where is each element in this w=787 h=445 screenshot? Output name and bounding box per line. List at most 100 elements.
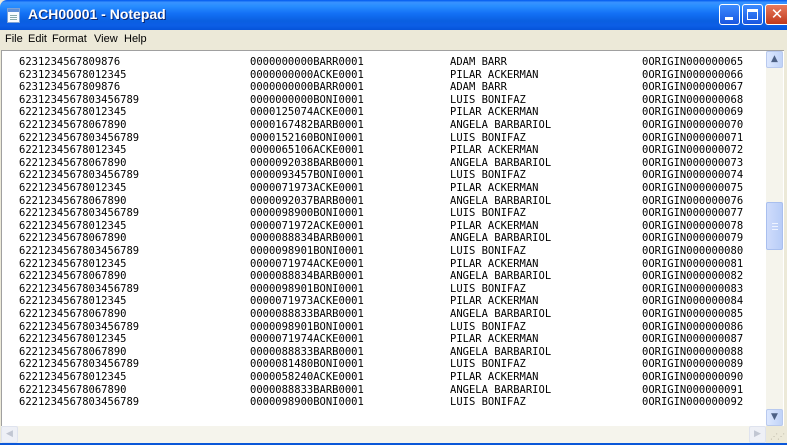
amount-id: 0000000000ACKE0001 — [250, 68, 364, 81]
amount-id: 0000088833BARB0001 — [250, 308, 364, 320]
amount-id: 0000098900BONI0001 — [250, 207, 364, 220]
text-line: 622123456780345678​9 0000081480BONI0001 LU… — [19, 358, 759, 370]
scroll-up-icon[interactable]: ▲ — [766, 51, 783, 68]
account-number: 62212345678012345 — [19, 371, 127, 383]
amount-id: 0000088833BARB0001 — [250, 383, 364, 396]
origin-id: 0ORIGIN000000089 — [642, 358, 744, 371]
text-line: 623123456780345678​9 0000000000BONI0001 LU… — [19, 94, 759, 106]
account-number: 62312345678012345 — [19, 68, 127, 81]
customer-name: LUIS BONIFAZ — [450, 245, 526, 257]
text-line: 622123456780345678​9 0000098901BONI0001 LU… — [19, 321, 759, 333]
customer-name: PILAR ACKERMAN — [450, 68, 539, 81]
origin-id: 0ORIGIN000000067 — [642, 81, 744, 94]
text-line: 622123456780345678​9 0000098900BONI0001 LU… — [19, 207, 759, 219]
text-line: 6221234567806789​0 0000167482BARB0001 ANGE… — [19, 119, 759, 131]
customer-name: ADAM BARR — [450, 81, 507, 94]
account-number: 62212345678012345 — [19, 144, 127, 157]
account-number: 6221234567806789​0 — [19, 232, 127, 245]
amount-id: 0000098901BONI0001 — [250, 282, 364, 295]
close-icon: ✕ — [770, 5, 784, 23]
amount-id: 0000092038BARB0001 — [250, 156, 364, 169]
customer-name: LUIS BONIFAZ — [450, 93, 526, 106]
menu-file[interactable]: File — [5, 33, 23, 45]
text-line: 622123456780345678​9 0000098901BONI0001 LU… — [19, 283, 759, 295]
text-line: 6221234567806789​0 0000088833BARB0001 ANGE… — [19, 346, 759, 358]
origin-id: 0ORIGIN000000069 — [642, 106, 744, 119]
amount-id: 0000065106ACKE0001 — [250, 144, 364, 157]
account-number: 62212345678012345 — [19, 257, 127, 270]
menu-help[interactable]: Help — [124, 33, 147, 45]
text-line: 62212345678012345 0000065106ACKE0001 PILAR… — [19, 144, 759, 156]
account-number: 622123456780345678​9 — [19, 358, 140, 371]
customer-name: PILAR ACKERMAN — [450, 144, 539, 157]
origin-id: 0ORIGIN000000087 — [642, 333, 744, 346]
window-title: ACH00001 - Notepad — [28, 6, 166, 22]
account-number: 6221234567806789​0 — [19, 194, 127, 207]
origin-id: 0ORIGIN000000065 — [642, 56, 744, 68]
vertical-scrollbar[interactable]: ▲ ▼ — [766, 51, 783, 426]
amount-id: 0000071974ACKE0001 — [250, 333, 364, 346]
customer-name: ANGELA BARBARIOL — [450, 383, 552, 396]
origin-id: 0ORIGIN000000074 — [642, 169, 744, 182]
scroll-down-icon[interactable]: ▼ — [766, 409, 783, 426]
account-number: 62212345678012345 — [19, 219, 127, 232]
customer-name: LUIS BONIFAZ — [450, 282, 526, 295]
account-number: 622123456780345678​9 — [19, 169, 140, 182]
notepad-window: ACH00001 - Notepad ✕ File Edit Format Vi… — [0, 0, 787, 445]
scroll-right-icon[interactable]: ▶ — [749, 426, 766, 443]
menu-format[interactable]: Format — [52, 33, 87, 45]
title-bar[interactable]: ACH00001 - Notepad ✕ — [0, 0, 787, 30]
text-line: 6221234567806789​0 0000092037BARB0001 ANGE… — [19, 195, 759, 207]
text-line: 622123456780345678​9 0000098900BONI0001 LU… — [19, 396, 759, 408]
account-number: 6231234567809876 — [19, 56, 121, 68]
customer-name: LUIS BONIFAZ — [450, 207, 526, 220]
text-line: 62212345678012345 0000071973ACKE0001 PILAR… — [19, 295, 759, 307]
origin-id: 0ORIGIN000000073 — [642, 156, 744, 169]
minimize-button[interactable] — [719, 4, 740, 25]
vertical-scroll-thumb[interactable] — [766, 202, 783, 250]
scroll-left-icon[interactable]: ◀ — [1, 426, 18, 443]
origin-id: 0ORIGIN000000086 — [642, 320, 744, 333]
minimize-icon — [725, 17, 733, 20]
customer-name: ANGELA BARBARIOL — [450, 232, 552, 245]
text-line: 622123456780345678​9 0000152160BONI0001 LU… — [19, 132, 759, 144]
account-number: 622123456780345678​9 — [19, 131, 140, 144]
text-line: 62212345678012345 0000071974ACKE0001 PILAR… — [19, 333, 759, 345]
close-button[interactable]: ✕ — [765, 4, 787, 25]
customer-name: LUIS BONIFAZ — [450, 131, 526, 144]
customer-name: PILAR ACKERMAN — [450, 182, 539, 194]
origin-id: 0ORIGIN000000079 — [642, 232, 744, 245]
account-number: 622123456780345678​9 — [19, 396, 140, 409]
origin-id: 0ORIGIN000000077 — [642, 207, 744, 220]
text-editor[interactable]: 6231234567809876 0000000000BARR0001 ADAM B… — [1, 50, 784, 426]
amount-id: 0000092037BARB0001 — [250, 194, 364, 207]
text-line: 6221234567806789​0 0000088833BARB0001 ANGE… — [19, 308, 759, 320]
customer-name: ANGELA BARBARIOL — [450, 308, 552, 320]
account-number: 622123456780345678​9 — [19, 245, 140, 257]
text-line: 6221234567806789​0 0000088834BARB0001 ANGE… — [19, 232, 759, 244]
notepad-app-icon[interactable] — [7, 8, 20, 23]
account-number: 6221234567806789​0 — [19, 119, 127, 131]
amount-id: 0000081480BONI0001 — [250, 358, 364, 371]
horizontal-scrollbar[interactable]: ◀ ▶ — [1, 426, 766, 443]
resize-grip-icon: ⋰⋰ — [770, 432, 785, 441]
resize-corner[interactable]: ⋰⋰ — [766, 426, 787, 443]
menu-edit[interactable]: Edit — [28, 33, 47, 45]
amount-id: 0000071972ACKE0001 — [250, 219, 364, 232]
menu-view[interactable]: View — [94, 33, 118, 45]
account-number: 6221234567806789​0 — [19, 308, 127, 320]
origin-id: 0ORIGIN000000088 — [642, 345, 744, 358]
customer-name: ANGELA BARBARIOL — [450, 156, 552, 169]
text-line: 62212345678012345 0000071973ACKE0001 PILAR… — [19, 182, 759, 194]
origin-id: 0ORIGIN000000084 — [642, 295, 744, 308]
origin-id: 0ORIGIN000000090 — [642, 371, 744, 383]
maximize-button[interactable] — [742, 4, 763, 25]
amount-id: 0000071973ACKE0001 — [250, 295, 364, 308]
amount-id: 0000093457BONI0001 — [250, 169, 364, 182]
customer-name: ANGELA BARBARIOL — [450, 345, 552, 358]
account-number: 6231234567809876 — [19, 81, 121, 94]
customer-name: LUIS BONIFAZ — [450, 169, 526, 182]
customer-name: LUIS BONIFAZ — [450, 358, 526, 371]
amount-id: 0000125074ACKE0001 — [250, 106, 364, 119]
text-line: 62212345678012345 0000071972ACKE0001 PILAR… — [19, 220, 759, 232]
